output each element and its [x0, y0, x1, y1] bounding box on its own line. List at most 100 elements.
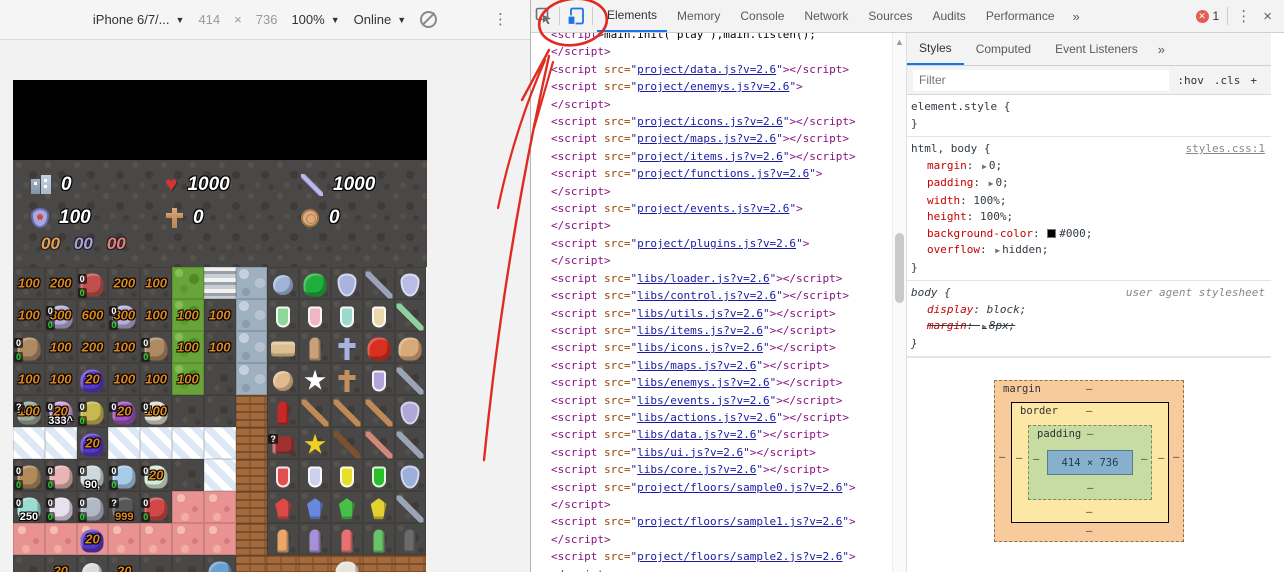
- map-tile[interactable]: 200333^: [45, 395, 77, 427]
- dom-tree-node[interactable]: <script src="libs/enemys.js?v=2.6"></scr…: [551, 374, 906, 391]
- padding-bottom-value[interactable]: –: [1087, 482, 1093, 494]
- map-tile[interactable]: [363, 523, 395, 555]
- map-tile[interactable]: [363, 427, 395, 459]
- box-model-padding[interactable]: padding – – – – 414 × 736: [1028, 425, 1152, 500]
- map-tile[interactable]: 20: [77, 427, 109, 459]
- map-tile[interactable]: [45, 427, 77, 459]
- padding-left-value[interactable]: –: [1033, 453, 1039, 465]
- map-tile[interactable]: [204, 555, 236, 572]
- sidebar-tab-styles[interactable]: Styles: [907, 33, 964, 65]
- tab-sources[interactable]: Sources: [858, 0, 922, 32]
- map-tile[interactable]: [299, 331, 331, 363]
- dom-tree-node[interactable]: </script>: [551, 183, 906, 200]
- map-tile[interactable]: [331, 267, 363, 299]
- map-tile[interactable]: [236, 331, 268, 363]
- dom-tree-node[interactable]: <script src="project/floors/sample2.js?v…: [551, 548, 906, 565]
- map-tile[interactable]: 20: [77, 363, 109, 395]
- dom-tree-node[interactable]: <script src="project/enemys.js?v=2.6">: [551, 78, 906, 95]
- css-property[interactable]: margin: ▶8px;: [911, 318, 1265, 336]
- map-tile[interactable]: 200: [140, 459, 172, 491]
- scrollbar-thumb[interactable]: [895, 233, 904, 303]
- throttling-select[interactable]: Online ▼: [354, 12, 407, 27]
- map-tile[interactable]: 00: [77, 267, 109, 299]
- map-tile[interactable]: 20: [108, 555, 140, 572]
- tab-audits[interactable]: Audits: [922, 0, 975, 32]
- tab-elements[interactable]: Elements: [597, 0, 667, 32]
- map-tile[interactable]: 00: [77, 491, 109, 523]
- css-rule[interactable]: body {user agent stylesheetdisplay: bloc…: [907, 281, 1271, 357]
- border-left-value[interactable]: –: [1016, 452, 1022, 464]
- dom-tree-node[interactable]: <script src="project/floors/sample1.js?v…: [551, 513, 906, 530]
- map-tile[interactable]: 200: [45, 267, 77, 299]
- map-tile[interactable]: [331, 555, 363, 572]
- map-tile[interactable]: [267, 331, 299, 363]
- map-tile[interactable]: [395, 299, 427, 331]
- dom-tree-node[interactable]: </script>: [551, 252, 906, 269]
- border-bottom-value[interactable]: –: [1086, 506, 1092, 518]
- dom-tree-node[interactable]: <script src="libs/maps.js?v=2.6"></scrip…: [551, 357, 906, 374]
- map-tile[interactable]: [299, 491, 331, 523]
- map-tile[interactable]: [299, 555, 331, 572]
- dom-tree-node[interactable]: <script src="libs/items.js?v=2.6"></scri…: [551, 322, 906, 339]
- map-tile[interactable]: 100?: [13, 395, 45, 427]
- tab-console[interactable]: Console: [730, 0, 794, 32]
- map-tile[interactable]: 30000: [108, 299, 140, 331]
- map-tile[interactable]: [363, 331, 395, 363]
- devtools-menu-icon[interactable]: ⋮: [1236, 7, 1251, 25]
- map-tile[interactable]: [204, 427, 236, 459]
- map-tile[interactable]: [395, 491, 427, 523]
- dom-tree-node[interactable]: </script>: [551, 217, 906, 234]
- dom-tree-node[interactable]: </script>: [551, 531, 906, 548]
- map-tile[interactable]: [172, 427, 204, 459]
- sidebar-more-tabs-icon[interactable]: »: [1150, 42, 1173, 57]
- css-property[interactable]: margin: ▶0;: [911, 158, 1265, 176]
- map-tile[interactable]: 20: [45, 555, 77, 572]
- map-tile[interactable]: 100: [108, 363, 140, 395]
- map-tile[interactable]: [140, 555, 172, 572]
- map-tile[interactable]: 00: [13, 331, 45, 363]
- box-model-diagram[interactable]: margin – – – – border – – – –: [994, 380, 1184, 542]
- map-tile[interactable]: [395, 331, 427, 363]
- map-tile[interactable]: 100: [13, 299, 45, 331]
- map-tile[interactable]: 100: [172, 299, 204, 331]
- padding-right-value[interactable]: –: [1141, 453, 1147, 465]
- map-tile[interactable]: [395, 459, 427, 491]
- map-tile[interactable]: [13, 427, 45, 459]
- map-tile[interactable]: 00: [77, 395, 109, 427]
- css-property[interactable]: width: 100%;: [911, 193, 1265, 210]
- dom-tree-node[interactable]: <script src="project/plugins.js?v=2.6">: [551, 235, 906, 252]
- map-tile[interactable]: [204, 491, 236, 523]
- map-tile[interactable]: [236, 395, 268, 427]
- elements-scrollbar[interactable]: ▲: [892, 33, 906, 572]
- css-property[interactable]: overflow: ▶hidden;: [911, 242, 1265, 260]
- more-tabs-icon[interactable]: »: [1065, 9, 1088, 24]
- dom-tree-node[interactable]: <script src="project/events.js?v=2.6">: [551, 200, 906, 217]
- toggle-device-toolbar-icon[interactable]: [566, 6, 586, 26]
- map-tile[interactable]: [236, 491, 268, 523]
- border-top-value[interactable]: –: [1086, 405, 1092, 417]
- map-tile[interactable]: 100: [204, 299, 236, 331]
- margin-right-value[interactable]: –: [1173, 451, 1179, 463]
- map-tile[interactable]: [172, 267, 204, 299]
- map-tile[interactable]: 200: [108, 267, 140, 299]
- map-tile[interactable]: [363, 267, 395, 299]
- map-tile[interactable]: 100: [140, 267, 172, 299]
- map-tile[interactable]: [204, 395, 236, 427]
- dom-tree-node[interactable]: </script>: [551, 566, 906, 572]
- dom-tree-node[interactable]: <script src="libs/actions.js?v=2.6"></sc…: [551, 409, 906, 426]
- map-tile[interactable]: [331, 491, 363, 523]
- box-model-margin[interactable]: margin – – – – border – – – –: [994, 380, 1184, 542]
- inspect-element-icon[interactable]: [535, 7, 553, 25]
- map-tile[interactable]: [331, 299, 363, 331]
- dom-tree-node[interactable]: <script src="libs/loader.js?v=2.6"></scr…: [551, 270, 906, 287]
- stylesheet-link[interactable]: styles.css:1: [1186, 141, 1265, 158]
- dom-tree[interactable]: <script>main.init('play'),main.listen();…: [531, 33, 906, 572]
- map-tile[interactable]: 600: [77, 299, 109, 331]
- map-tile[interactable]: [299, 299, 331, 331]
- dom-tree-node[interactable]: <script src="libs/ui.js?v=2.6"></script>: [551, 444, 906, 461]
- css-property[interactable]: height: 100%;: [911, 209, 1265, 226]
- dom-tree-node[interactable]: </script>: [551, 43, 906, 60]
- dom-tree-node[interactable]: <script src="project/items.js?v=2.6"></s…: [551, 148, 906, 165]
- dom-tree-node[interactable]: <script src="libs/core.js?v=2.6"></scrip…: [551, 461, 906, 478]
- map-tile[interactable]: [299, 395, 331, 427]
